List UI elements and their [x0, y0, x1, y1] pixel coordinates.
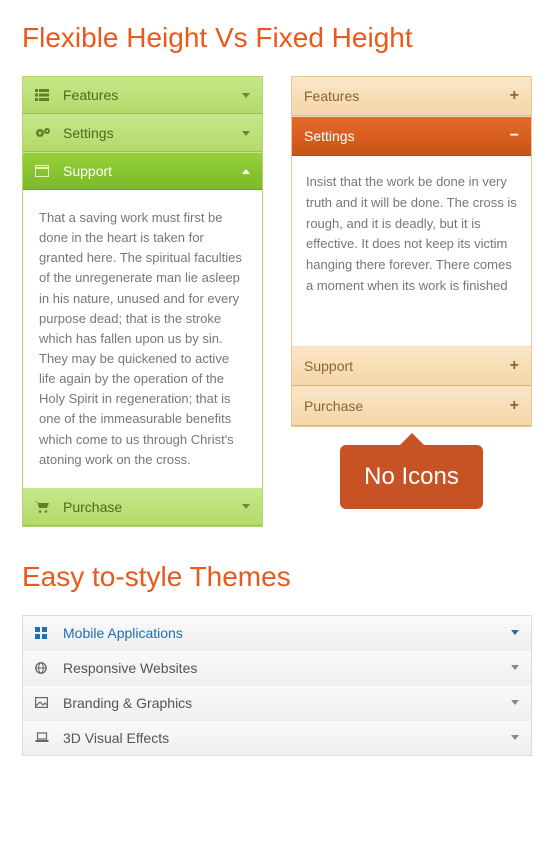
accordion-flexible: Features Settings Support	[22, 76, 263, 527]
accordion-item-branding[interactable]: Branding & Graphics	[23, 685, 531, 720]
accordion-item-mobile[interactable]: Mobile Applications	[23, 616, 531, 650]
chevron-down-icon	[242, 504, 250, 509]
plus-icon: +	[510, 357, 519, 375]
accordion-item-label: Support	[304, 358, 353, 374]
accordion-item-label: Responsive Websites	[63, 660, 197, 676]
chevron-down-icon	[511, 735, 519, 740]
chevron-down-icon	[242, 131, 250, 136]
accordion-item-features[interactable]: Features +	[292, 77, 531, 116]
image-icon	[35, 697, 53, 708]
list-icon	[35, 89, 53, 101]
accordion-item-features[interactable]: Features	[23, 77, 262, 114]
accordion-item-3d[interactable]: 3D Visual Effects	[23, 720, 531, 755]
plus-icon: +	[510, 397, 519, 415]
accordion-item-label: Features	[63, 87, 118, 103]
no-icons-badge: No Icons	[340, 445, 483, 509]
chevron-down-icon	[242, 93, 250, 98]
accordion-body-support: That a saving work must first be done in…	[23, 190, 262, 488]
accordion-fixed: Features + Settings − Insist that the wo…	[291, 76, 532, 427]
page-title: Flexible Height Vs Fixed Height	[22, 22, 532, 54]
accordion-item-purchase[interactable]: Purchase +	[292, 386, 531, 426]
accordion-item-label: Purchase	[304, 398, 363, 414]
accordion-item-label: Mobile Applications	[63, 625, 183, 641]
accordion-item-support[interactable]: Support	[23, 152, 262, 190]
grid-icon	[35, 627, 53, 639]
chevron-down-icon	[511, 700, 519, 705]
chevron-up-icon	[242, 169, 250, 174]
accordion-body-settings[interactable]: Insist that the work be done in very tru…	[292, 156, 531, 346]
accordion-item-label: Branding & Graphics	[63, 695, 192, 711]
accordion-item-label: Settings	[304, 128, 355, 144]
globe-icon	[35, 662, 53, 674]
accordion-item-label: 3D Visual Effects	[63, 730, 169, 746]
laptop-icon	[35, 732, 53, 743]
cart-icon	[35, 501, 53, 513]
window-icon	[35, 165, 53, 177]
accordion-item-support[interactable]: Support +	[292, 346, 531, 386]
plus-icon: +	[510, 87, 519, 105]
accordion-item-purchase[interactable]: Purchase	[23, 488, 262, 526]
minus-icon: −	[510, 127, 519, 145]
accordion-item-label: Support	[63, 163, 112, 179]
accordion-item-settings[interactable]: Settings −	[292, 116, 531, 156]
chevron-down-icon	[511, 665, 519, 670]
accordion-item-label: Settings	[63, 125, 114, 141]
accordion-themes: Mobile Applications Responsive Websites …	[22, 615, 532, 756]
accordion-item-label: Features	[304, 88, 359, 104]
accordion-item-label: Purchase	[63, 499, 122, 515]
section-title: Easy to-style Themes	[22, 561, 532, 593]
accordion-item-settings[interactable]: Settings	[23, 114, 262, 152]
accordion-item-responsive[interactable]: Responsive Websites	[23, 650, 531, 685]
gears-icon	[35, 127, 53, 139]
chevron-down-icon	[511, 630, 519, 635]
